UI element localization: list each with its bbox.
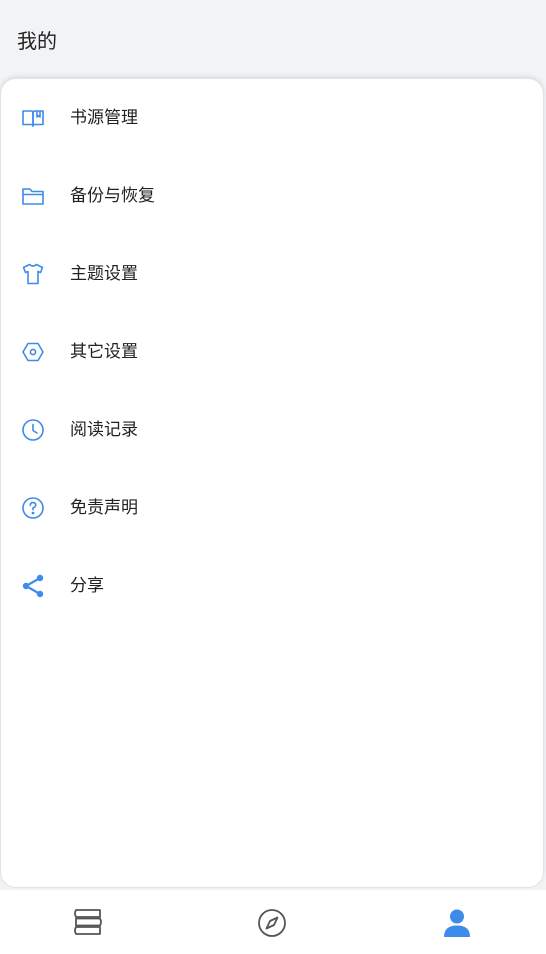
menu-card: 书源管理 备份与恢复 主题设置 其它设置 阅读记录 免责声明 分享 <box>0 78 544 888</box>
menu-item-book-sources[interactable]: 书源管理 <box>1 79 545 157</box>
tab-discover[interactable] <box>255 906 289 940</box>
tshirt-icon <box>20 261 46 287</box>
menu-item-label: 分享 <box>70 576 104 596</box>
question-circle-icon <box>20 495 46 521</box>
menu-item-theme-settings[interactable]: 主题设置 <box>1 235 545 313</box>
clock-icon <box>20 417 46 443</box>
menu-item-label: 书源管理 <box>70 108 138 128</box>
compass-icon <box>255 906 289 940</box>
bookshelf-icon <box>71 906 105 940</box>
menu-item-share[interactable]: 分享 <box>1 547 545 625</box>
menu-item-label: 其它设置 <box>70 342 138 362</box>
menu-item-label: 备份与恢复 <box>70 186 155 206</box>
bottom-tab-bar <box>0 890 546 954</box>
hexagon-settings-icon <box>20 339 46 365</box>
folder-icon <box>20 183 46 209</box>
tab-mine[interactable] <box>440 906 474 940</box>
user-icon <box>440 906 474 940</box>
page-title: 我的 <box>17 29 57 53</box>
menu-item-reading-history[interactable]: 阅读记录 <box>1 391 545 469</box>
menu-item-label: 免责声明 <box>70 498 138 518</box>
menu-item-label: 主题设置 <box>70 264 138 284</box>
book-icon <box>20 105 46 131</box>
menu-item-other-settings[interactable]: 其它设置 <box>1 313 545 391</box>
share-icon <box>20 573 46 599</box>
top-bar: 我的 <box>0 0 546 78</box>
menu-item-backup-restore[interactable]: 备份与恢复 <box>1 157 545 235</box>
menu-item-label: 阅读记录 <box>70 420 138 440</box>
menu-item-disclaimer[interactable]: 免责声明 <box>1 469 545 547</box>
tab-bookshelf[interactable] <box>71 906 105 940</box>
